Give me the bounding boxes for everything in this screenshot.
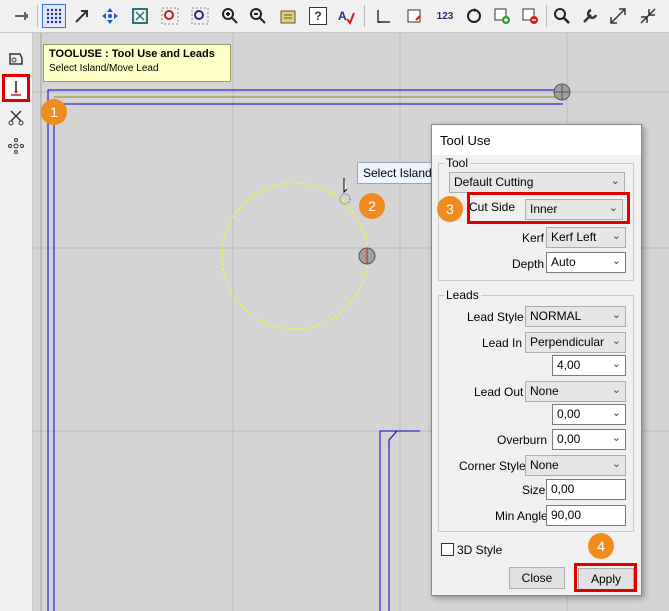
kerf-value: Kerf Left	[551, 230, 597, 244]
depth-value: Auto	[551, 255, 576, 269]
wrench-icon[interactable]	[578, 4, 602, 28]
min-angle-label: Min Angle	[495, 509, 548, 523]
new-doc-icon[interactable]	[402, 4, 426, 28]
zoom-in-icon[interactable]	[218, 4, 242, 28]
toolbar-separator	[37, 5, 38, 27]
remove-icon[interactable]	[518, 4, 542, 28]
collapse-icon[interactable]	[636, 4, 660, 28]
chevron-down-icon: ⌄	[611, 335, 621, 347]
kerf-label: Kerf	[522, 231, 545, 245]
lead-style-label: Lead Style	[467, 310, 524, 324]
lead-in-length[interactable]: 4,00 ⌄	[552, 355, 626, 376]
tooltip-title: TOOLUSE : Tool Use and Leads	[49, 48, 215, 60]
min-angle-field[interactable]: 90,00	[546, 505, 626, 526]
size-label: Size	[522, 483, 546, 497]
shape-icon[interactable]	[4, 47, 28, 71]
chevron-down-icon: ⌄	[611, 255, 621, 267]
scissors-icon[interactable]	[4, 105, 28, 129]
lead-in-length-value: 4,00	[557, 358, 581, 372]
overburn-field[interactable]: 0,00 ⌄	[552, 429, 626, 450]
toolbar-separator	[546, 5, 547, 27]
zoom-window-icon[interactable]	[188, 4, 212, 28]
size-field[interactable]: 0,00	[546, 479, 626, 500]
lead-style-select[interactable]: NORMAL ⌄	[525, 306, 626, 327]
spell-icon[interactable]: A	[334, 4, 358, 28]
pin-icon[interactable]	[10, 4, 34, 28]
step-badge-3: 3	[437, 196, 463, 222]
zoom-box-icon[interactable]	[158, 4, 182, 28]
toolbar-separator	[364, 5, 365, 27]
svg-text:A: A	[338, 9, 347, 23]
lead-out-value: None	[530, 384, 559, 398]
tooltip-subtitle: Select Island/Move Lead	[49, 63, 159, 74]
chevron-down-icon: ⌄	[611, 230, 621, 242]
cursor-icon	[339, 178, 351, 205]
depth-label: Depth	[512, 257, 545, 271]
depth-select[interactable]: Auto ⌄	[546, 252, 626, 273]
step-badge-4: 4	[588, 533, 614, 559]
lead-in-label: Lead In	[482, 336, 523, 350]
step-badge-1: 1	[41, 99, 67, 125]
close-button[interactable]: Close	[509, 567, 565, 589]
help-glyph: ?	[309, 7, 327, 25]
arrow-icon[interactable]	[70, 4, 94, 28]
overburn-value: 0,00	[557, 432, 581, 446]
move-icon[interactable]	[98, 4, 122, 28]
lead-in-select[interactable]: Perpendicular ⌄	[525, 332, 626, 353]
style-3d-checkbox[interactable]	[441, 543, 454, 556]
chevron-down-icon: ⌄	[611, 407, 621, 419]
lead-out-length[interactable]: 0,00 ⌄	[552, 404, 626, 425]
tool-tooltip: TOOLUSE : Tool Use and Leads Select Isla…	[43, 44, 231, 82]
rotate-icon[interactable]	[462, 4, 486, 28]
help-icon[interactable]: ?	[306, 4, 330, 28]
grid-icon[interactable]	[42, 4, 66, 28]
style-3d-label: 3D Style	[457, 543, 503, 557]
zoom-out-icon[interactable]	[246, 4, 270, 28]
corner-style-select[interactable]: None ⌄	[525, 455, 626, 476]
selection-circle[interactable]	[221, 182, 369, 330]
lead-out-length-value: 0,00	[557, 407, 581, 421]
tool-group-label: Tool	[444, 156, 471, 170]
new-part-icon[interactable]	[372, 4, 396, 28]
leads-group-label: Leads	[444, 288, 481, 302]
nodes-icon[interactable]	[4, 134, 28, 158]
number-icon[interactable]: 123	[432, 4, 458, 28]
overburn-label: Overburn	[497, 433, 548, 447]
fit-icon[interactable]	[128, 4, 152, 28]
corner-style-value: None	[530, 458, 559, 472]
step-badge-2: 2	[359, 193, 385, 219]
chevron-down-icon: ⌄	[611, 458, 621, 470]
canvas-hint: Select Island	[357, 162, 437, 184]
cut-side-highlight	[467, 192, 630, 224]
apply-highlight	[574, 563, 637, 592]
tool-select[interactable]: Default Cutting ⌄	[449, 172, 625, 193]
chevron-down-icon: ⌄	[611, 309, 621, 321]
chevron-down-icon: ⌄	[610, 175, 620, 187]
corner-style-label: Corner Style	[459, 459, 526, 473]
lead-out-select[interactable]: None ⌄	[525, 381, 626, 402]
left-toolbar	[0, 33, 33, 611]
main-toolbar: ? A 123	[0, 0, 669, 33]
expand-icon[interactable]	[606, 4, 630, 28]
add-icon[interactable]	[490, 4, 514, 28]
tool-use-icon[interactable]	[2, 74, 30, 102]
lead-in-value: Perpendicular	[530, 335, 605, 349]
dialog-title: Tool Use	[432, 125, 641, 155]
lead-out-label: Lead Out	[474, 385, 524, 399]
lead-style-value: NORMAL	[530, 309, 582, 323]
kerf-select[interactable]: Kerf Left ⌄	[546, 227, 626, 248]
search-icon[interactable]	[550, 4, 574, 28]
chevron-down-icon: ⌄	[611, 358, 621, 370]
tool-select-value: Default Cutting	[454, 175, 534, 189]
chevron-down-icon: ⌄	[611, 384, 621, 396]
chevron-down-icon: ⌄	[611, 432, 621, 444]
toolpath-icon[interactable]	[276, 4, 300, 28]
